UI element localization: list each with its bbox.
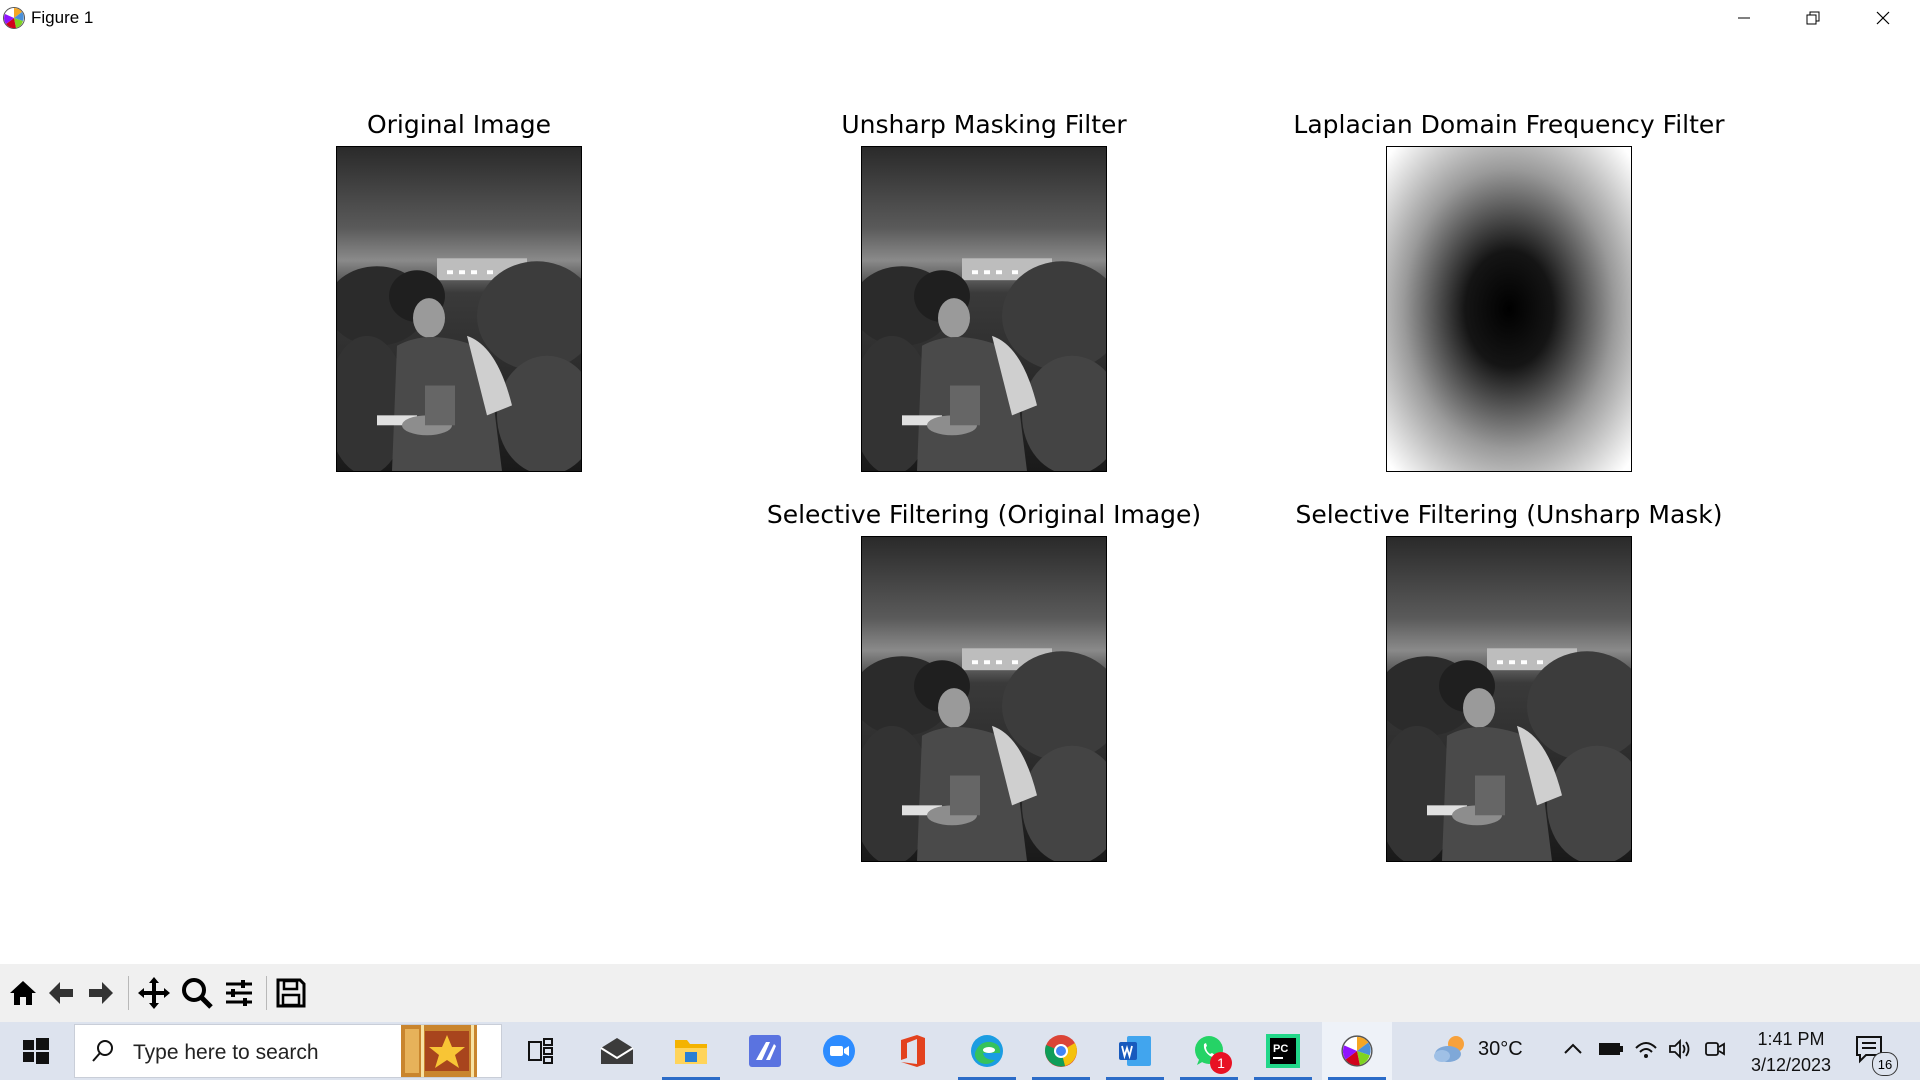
pan-button[interactable] [135, 974, 173, 1012]
office-icon [901, 1035, 925, 1067]
svg-text:PC: PC [1273, 1043, 1288, 1055]
figure-canvas[interactable]: Original Image Unsharp Masking Filter La… [0, 36, 1920, 964]
subplot-title: Selective Filtering (Unsharp Mask) [1295, 500, 1723, 529]
volume-icon[interactable] [1668, 1038, 1692, 1060]
window-title: Figure 1 [31, 8, 94, 27]
subplot-selective-unsharp: Selective Filtering (Unsharp Mask) [1295, 500, 1723, 862]
word-icon [1119, 1036, 1151, 1066]
taskbar-app-mail[interactable] [582, 1022, 652, 1080]
image-frame [1386, 146, 1632, 472]
configure-subplots-button[interactable] [220, 974, 258, 1012]
home-button[interactable] [4, 974, 42, 1012]
taskbar-app-pycharm[interactable]: PC [1248, 1022, 1318, 1080]
taskbar-app-office[interactable] [878, 1022, 948, 1080]
clock[interactable]: 1:41 PM 3/12/2023 [1736, 1026, 1846, 1078]
chrome-icon [1045, 1035, 1077, 1067]
minimize-button[interactable] [1710, 0, 1778, 36]
taskbar: Type here to search 1 PC 30°C 1:41 PM 3/… [0, 1022, 1920, 1080]
meet-now-icon[interactable] [1704, 1038, 1726, 1060]
clock-date: 3/12/2023 [1750, 1055, 1832, 1075]
navigation-toolbar [0, 964, 1920, 1022]
toolbar-separator [266, 976, 267, 1010]
grayscale-photo [862, 147, 1106, 471]
back-button[interactable] [42, 974, 80, 1012]
subplot-title: Original Image [366, 110, 552, 139]
notification-badge: 1 [1210, 1052, 1232, 1074]
search-icon [92, 1040, 113, 1062]
mail-icon [600, 1038, 634, 1064]
subplot-title: Selective Filtering (Original Image) [766, 500, 1202, 529]
minimize-icon [1738, 17, 1750, 19]
weather-temperature: 30°C [1478, 1037, 1523, 1060]
title-bar: Figure 1 [0, 0, 1920, 36]
forward-button[interactable] [82, 974, 120, 1012]
image-frame [861, 536, 1107, 862]
restore-button[interactable] [1779, 0, 1847, 36]
restore-icon [1806, 11, 1820, 25]
close-icon [1876, 11, 1890, 25]
subplot-laplacian-filter: Laplacian Domain Frequency Filter [1293, 110, 1725, 472]
chevron-up-icon[interactable] [1562, 1038, 1584, 1060]
clock-time: 1:41 PM [1757, 1029, 1825, 1049]
frequency-filter-gradient [1387, 147, 1631, 471]
taskbar-app-zoom[interactable] [804, 1022, 874, 1080]
app-a-icon [749, 1035, 781, 1067]
notification-count: 16 [1872, 1052, 1898, 1076]
configure-subplots-icon [226, 980, 252, 1006]
zoom-button[interactable] [178, 974, 216, 1012]
save-icon [276, 978, 306, 1008]
wifi-icon[interactable] [1634, 1038, 1658, 1060]
image-frame [1386, 536, 1632, 862]
search-box[interactable]: Type here to search [74, 1024, 502, 1078]
taskbar-app-a[interactable] [730, 1022, 800, 1080]
subplot-title: Laplacian Domain Frequency Filter [1293, 110, 1725, 139]
back-icon [49, 982, 73, 1004]
grayscale-photo [862, 537, 1106, 861]
zoom-icon [182, 978, 213, 1009]
grayscale-photo [1387, 537, 1631, 861]
home-icon [10, 981, 36, 1005]
taskbar-app-matplotlib[interactable] [1322, 1022, 1392, 1080]
save-button[interactable] [272, 974, 310, 1012]
subplot-selective-original: Selective Filtering (Original Image) [767, 500, 1201, 862]
taskbar-app-chrome[interactable] [1026, 1022, 1096, 1080]
pan-icon [138, 977, 170, 1009]
battery-icon[interactable] [1598, 1038, 1624, 1060]
subplot-title: Unsharp Masking Filter [841, 110, 1127, 139]
zoom-app-icon [823, 1035, 855, 1067]
search-highlight-image [401, 1025, 477, 1077]
grayscale-photo [337, 147, 581, 471]
folder-icon [675, 1040, 707, 1064]
taskbar-app-whatsapp[interactable]: 1 [1174, 1022, 1244, 1080]
subplot-unsharp-masking: Unsharp Masking Filter [841, 110, 1127, 472]
taskbar-app-edge[interactable] [952, 1022, 1022, 1080]
weather-widget[interactable]: 30°C [1432, 1034, 1523, 1064]
start-button[interactable] [0, 1022, 72, 1080]
matplotlib-logo-icon [3, 7, 25, 29]
forward-icon [89, 982, 113, 1004]
image-frame [336, 146, 582, 472]
search-placeholder: Type here to search [133, 1041, 319, 1064]
subplot-original-image: Original Image [336, 110, 582, 472]
edge-icon [971, 1035, 1003, 1067]
image-frame [861, 146, 1107, 472]
windows-logo-icon [23, 1038, 49, 1064]
partly-cloudy-icon [1434, 1036, 1464, 1062]
taskbar-app-file-explorer[interactable] [656, 1022, 726, 1080]
toolbar-separator [128, 976, 129, 1010]
close-button[interactable] [1849, 0, 1917, 36]
matplotlib-icon [1341, 1035, 1373, 1067]
pycharm-icon: PC [1266, 1034, 1300, 1068]
taskbar-app-word[interactable] [1100, 1022, 1170, 1080]
task-view-button[interactable] [506, 1022, 576, 1080]
task-view-icon [528, 1038, 553, 1064]
